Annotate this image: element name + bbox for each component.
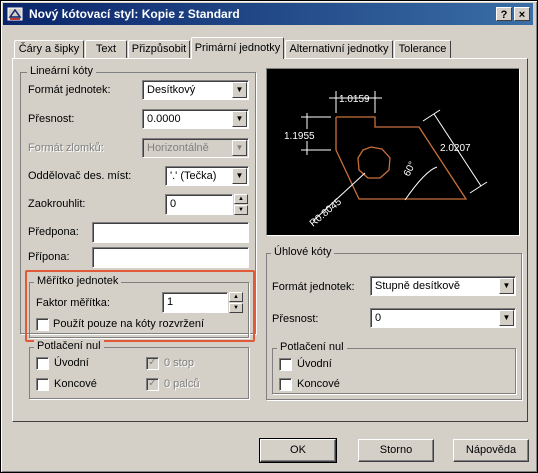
zero-suppression-linear-group (29, 347, 249, 399)
dropdown-arrow-icon[interactable]: ▼ (232, 82, 247, 98)
dropdown-arrow-icon[interactable]: ▼ (232, 111, 247, 127)
angular-unit-format-label: Formát jednotek: (272, 281, 355, 293)
round-input[interactable]: 0 (165, 194, 233, 215)
decimal-separator-value: '.' (Tečka) (170, 170, 217, 182)
angular-precision-label: Přesnost: (272, 313, 319, 325)
tab-fit[interactable]: Přizpůsobit (128, 40, 190, 58)
dropdown-arrow-icon[interactable]: ▼ (499, 310, 514, 326)
angular-unit-format-select[interactable]: Stupně desítkově ▼ (370, 276, 516, 296)
unit-format-label: Formát jednotek: (28, 84, 111, 96)
unit-format-value: Desítkový (147, 84, 196, 96)
preview-pane: 1.0159 1.1955 2.0207 60° R0.8045 (266, 68, 520, 236)
zero-inches-checkbox[interactable]: ✓ (146, 378, 159, 391)
cancel-button[interactable]: Storno (358, 439, 434, 462)
zero-suppression-linear-title: Potlačení nul (34, 340, 104, 352)
round-value: 0 (170, 198, 177, 210)
suffix-input[interactable] (92, 247, 249, 268)
round-spin-up[interactable]: ▲ (234, 194, 248, 204)
tab-primary-units[interactable]: Primární jednotky (191, 37, 284, 59)
help-title-button[interactable]: ? (496, 7, 512, 21)
angular-precision-value: 0 (375, 312, 382, 324)
tab-text[interactable]: Text (85, 40, 127, 58)
prefix-label: Předpona: (28, 226, 79, 238)
angular-group-title: Úhlové kóty (271, 246, 335, 258)
angular-leading-zero-label: Úvodní (297, 358, 332, 370)
precision-value: 0.0000 (147, 113, 181, 125)
angular-unit-format-value: Stupně desítkově (375, 280, 461, 292)
zero-feet-label: 0 stop (164, 357, 194, 369)
help-button[interactable]: Nápověda (453, 439, 529, 462)
decimal-separator-select[interactable]: '.' (Tečka) ▼ (165, 166, 249, 186)
unit-format-select[interactable]: Desítkový ▼ (142, 80, 249, 100)
preview-dim-right: 2.0207 (440, 143, 471, 154)
preview-dim-radius: R0.8045 (308, 196, 344, 229)
active-tab-gap (192, 57, 283, 59)
highlight-box (25, 270, 255, 342)
app-icon (7, 7, 23, 21)
trailing-zero-label: Koncové (54, 378, 97, 390)
tab-alternate-units[interactable]: Alternativní jednotky (285, 40, 393, 58)
window-title: Nový kótovací styl: Kopie z Standard (29, 7, 240, 21)
prefix-input[interactable] (92, 222, 249, 243)
fraction-format-select[interactable]: Horizontálně ▼ (142, 138, 249, 158)
ok-button[interactable]: OK (259, 438, 337, 463)
dropdown-arrow-icon[interactable]: ▼ (232, 168, 247, 184)
fraction-format-value: Horizontálně (147, 142, 209, 154)
round-label: Zaokrouhlit: (28, 198, 86, 210)
title-bar[interactable]: Nový kótovací styl: Kopie z Standard ? × (3, 3, 533, 25)
preview-dim-angle: 60° (402, 160, 419, 178)
leading-zero-checkbox[interactable] (36, 357, 49, 370)
preview-dim-left: 1.1955 (284, 131, 315, 142)
angular-leading-zero-checkbox[interactable] (279, 358, 292, 371)
trailing-zero-checkbox[interactable] (36, 378, 49, 391)
angular-precision-select[interactable]: 0 ▼ (370, 308, 516, 328)
close-button[interactable]: × (514, 7, 530, 21)
preview-shape-outline (335, 116, 468, 200)
decimal-separator-label: Oddělovač des. míst: (28, 170, 132, 182)
zero-suppression-angular-title: Potlačení nul (277, 341, 347, 353)
preview-hole (357, 146, 391, 179)
tab-lines-arrows[interactable]: Čáry a šipky (14, 40, 84, 58)
tab-tolerance[interactable]: Tolerance (394, 40, 451, 58)
preview-dim-top: 1.0159 (339, 94, 370, 105)
linear-group-title: Lineární kóty (27, 65, 96, 77)
angular-trailing-zero-label: Koncové (297, 378, 340, 390)
round-spin-down[interactable]: ▼ (234, 205, 248, 215)
leading-zero-label: Úvodní (54, 357, 89, 369)
precision-select[interactable]: 0.0000 ▼ (142, 109, 249, 129)
preview-ext-line (469, 181, 488, 194)
suffix-label: Přípona: (28, 251, 70, 263)
fraction-format-label: Formát zlomků: (28, 142, 104, 154)
angular-trailing-zero-checkbox[interactable] (279, 378, 292, 391)
zero-feet-checkbox[interactable]: ✓ (146, 357, 159, 370)
dimension-preview: 1.0159 1.1955 2.0207 60° R0.8045 (284, 91, 488, 229)
zero-inches-label: 0 palců (164, 378, 200, 390)
precision-label: Přesnost: (28, 113, 75, 125)
dropdown-arrow-icon[interactable]: ▼ (232, 140, 247, 156)
dropdown-arrow-icon[interactable]: ▼ (499, 278, 514, 294)
